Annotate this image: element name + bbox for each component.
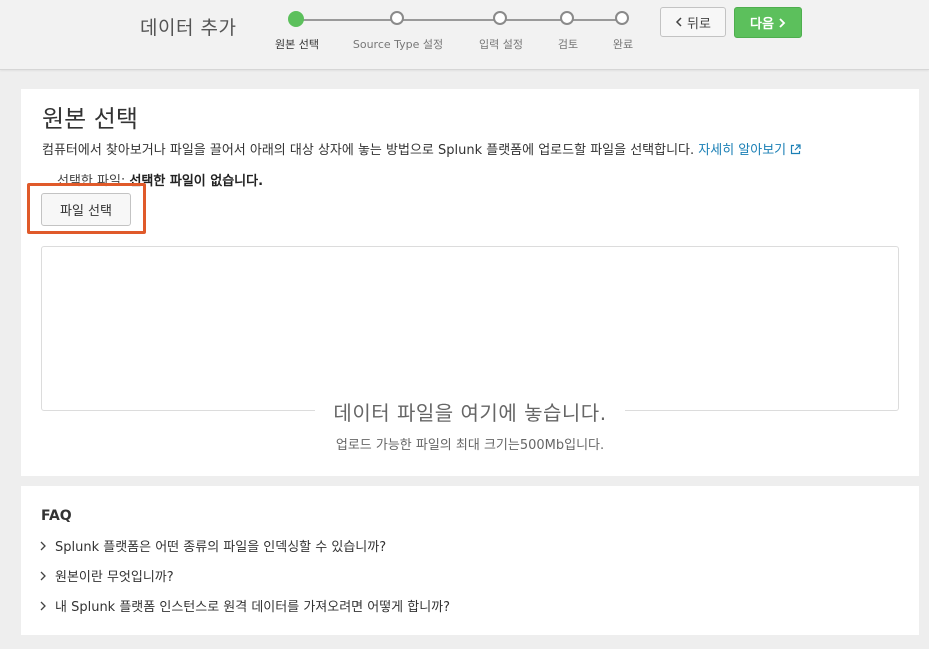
- step-dot-input-settings: [493, 11, 507, 25]
- page-title: 데이터 추가: [140, 17, 237, 39]
- faq-item[interactable]: 원본이란 무엇입니까?: [39, 566, 174, 585]
- chevron-right-icon: [40, 601, 46, 610]
- next-button[interactable]: 다음: [734, 7, 802, 38]
- section-title: 원본 선택: [42, 105, 138, 133]
- step-dot-source-type: [390, 11, 404, 25]
- back-button-label: 뒤로: [687, 16, 711, 32]
- selected-file-status: 선택한 파일: 선택한 파일이 없습니다.: [57, 170, 263, 189]
- faq-item-text: 내 Splunk 플랫폼 인스턴스로 원격 데이터를 가져오려면 어떻게 합니까…: [55, 600, 451, 615]
- faq-panel: FAQ Splunk 플랫폼은 어떤 종류의 파일을 인덱싱할 수 있습니까? …: [21, 486, 919, 635]
- step-dot-review: [560, 11, 574, 25]
- chevron-left-icon: [675, 17, 682, 27]
- drop-zone-caption: 데이터 파일을 여기에 놓습니다.: [41, 395, 899, 427]
- learn-more-label: 자세히 알아보기: [698, 143, 787, 158]
- faq-item-text: Splunk 플랫폼은 어떤 종류의 파일을 인덱싱할 수 있습니까?: [55, 540, 387, 555]
- selected-file-value: 선택한 파일이 없습니다.: [129, 174, 264, 189]
- faq-item[interactable]: Splunk 플랫폼은 어떤 종류의 파일을 인덱싱할 수 있습니까?: [39, 536, 386, 555]
- drop-zone-text: 데이터 파일을 여기에 놓습니다.: [315, 396, 625, 426]
- faq-item-text: 원본이란 무엇입니까?: [55, 570, 174, 585]
- description: 컴퓨터에서 찾아보거나 파일을 끌어서 아래의 대상 상자에 놓는 방법으로 S…: [42, 139, 801, 158]
- select-file-button[interactable]: 파일 선택: [41, 193, 131, 226]
- chevron-right-icon: [40, 541, 46, 550]
- max-upload-size-note: 업로드 가능한 파일의 최대 크기는500Mb입니다.: [335, 438, 605, 453]
- external-link-icon: [791, 144, 801, 155]
- back-button[interactable]: 뒤로: [660, 7, 726, 37]
- step-label-review: 검토: [557, 38, 579, 51]
- source-panel: 원본 선택 컴퓨터에서 찾아보거나 파일을 끌어서 아래의 대상 상자에 놓는 …: [21, 89, 919, 476]
- step-label-source-type: Source Type 설정: [352, 38, 444, 51]
- step-dot-source: [288, 11, 304, 27]
- step-label-input-settings: 입력 설정: [479, 38, 523, 51]
- faq-title: FAQ: [41, 508, 72, 524]
- faq-item[interactable]: 내 Splunk 플랫폼 인스턴스로 원격 데이터를 가져오려면 어떻게 합니까…: [39, 596, 450, 615]
- step-dot-done: [615, 11, 629, 25]
- header: 데이터 추가 원본 선택 Source Type 설정 입력 설정 검토 완료 …: [0, 0, 929, 70]
- next-button-label: 다음: [750, 17, 774, 32]
- description-text: 컴퓨터에서 찾아보거나 파일을 끌어서 아래의 대상 상자에 놓는 방법으로 S…: [42, 143, 695, 158]
- chevron-right-icon: [779, 17, 786, 28]
- step-label-done: 완료: [612, 38, 634, 51]
- selected-file-label: 선택한 파일:: [57, 174, 126, 189]
- chevron-right-icon: [40, 571, 46, 580]
- drop-zone[interactable]: [41, 246, 899, 411]
- learn-more-link[interactable]: 자세히 알아보기: [698, 143, 801, 158]
- step-label-source: 원본 선택: [275, 38, 319, 51]
